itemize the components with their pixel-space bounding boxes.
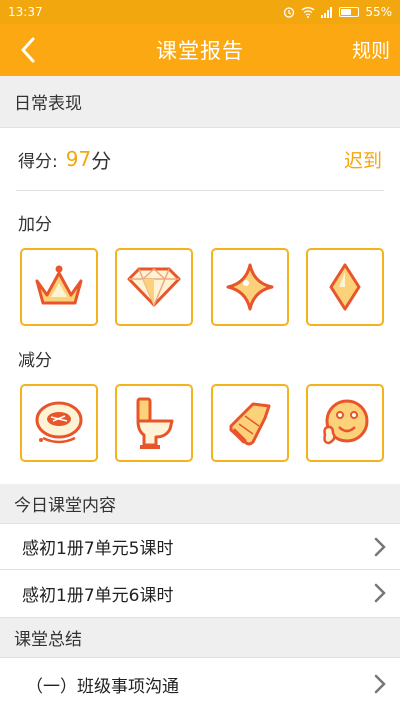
add-points-label: 加分 (18, 215, 52, 235)
lesson-item-1[interactable]: 感初1册7单元5课时 (0, 524, 400, 570)
status-bar: 13:37 55% (0, 0, 400, 24)
silly-face-icon (323, 399, 369, 445)
score-row: 得分: 97 分 迟到 (0, 128, 400, 190)
deduct-toilet-button[interactable] (115, 384, 194, 462)
score-unit: 分 (91, 148, 112, 173)
add-points-grid (20, 248, 384, 326)
toilet-icon (136, 397, 174, 449)
add-diamond-button[interactable] (115, 248, 194, 326)
status-time: 13:37 (8, 5, 43, 19)
add-crown-button[interactable] (20, 248, 98, 326)
crown-icon (35, 265, 83, 305)
status-icons: 55% (283, 5, 392, 19)
attendance-status: 迟到 (343, 149, 382, 172)
daily-section-header: 日常表现 (0, 76, 400, 128)
add-star-button[interactable] (210, 248, 289, 326)
deduct-food-button[interactable] (20, 384, 98, 462)
lesson-item-2[interactable]: 感初1册7单元6课时 (0, 570, 400, 618)
deduct-points-grid (20, 384, 384, 462)
summary-section-header: 课堂总结 (0, 618, 400, 658)
content-section-header: 今日课堂内容 (0, 484, 400, 524)
deduct-points-label: 减分 (18, 351, 52, 371)
chevron-right-icon (374, 674, 386, 694)
divider (16, 190, 384, 191)
chevron-left-icon (21, 37, 35, 63)
battery-level: 55% (365, 5, 392, 19)
wifi-icon (301, 7, 315, 18)
rhombus-icon (329, 263, 361, 311)
lesson-item-label: 感初1册7单元6课时 (22, 586, 174, 606)
chevron-right-icon (374, 537, 386, 557)
shoe-icon (229, 402, 271, 446)
back-button[interactable] (10, 32, 46, 68)
summary-item-label: （一）班级事项沟通 (26, 676, 179, 697)
signal-icon (321, 6, 333, 18)
score-value: 97 (65, 147, 92, 171)
alarm-icon (284, 7, 295, 18)
sparkle-star-icon (226, 263, 274, 311)
chevron-right-icon (374, 583, 386, 603)
nav-bar: 课堂报告 规则 (0, 24, 400, 76)
deduct-shoe-button[interactable] (210, 384, 289, 462)
diamond-gem-icon (127, 267, 181, 307)
add-rhombus-button[interactable] (305, 248, 384, 326)
summary-item-1[interactable]: （一）班级事项沟通 (0, 658, 400, 710)
deduct-face-button[interactable] (305, 384, 384, 462)
food-plate-icon (35, 401, 83, 444)
rules-button[interactable]: 规则 (352, 36, 390, 63)
score-label: 得分: (18, 151, 58, 172)
lesson-item-label: 感初1册7单元5课时 (22, 539, 174, 559)
battery-icon (339, 7, 360, 17)
page-title: 课堂报告 (156, 39, 244, 63)
